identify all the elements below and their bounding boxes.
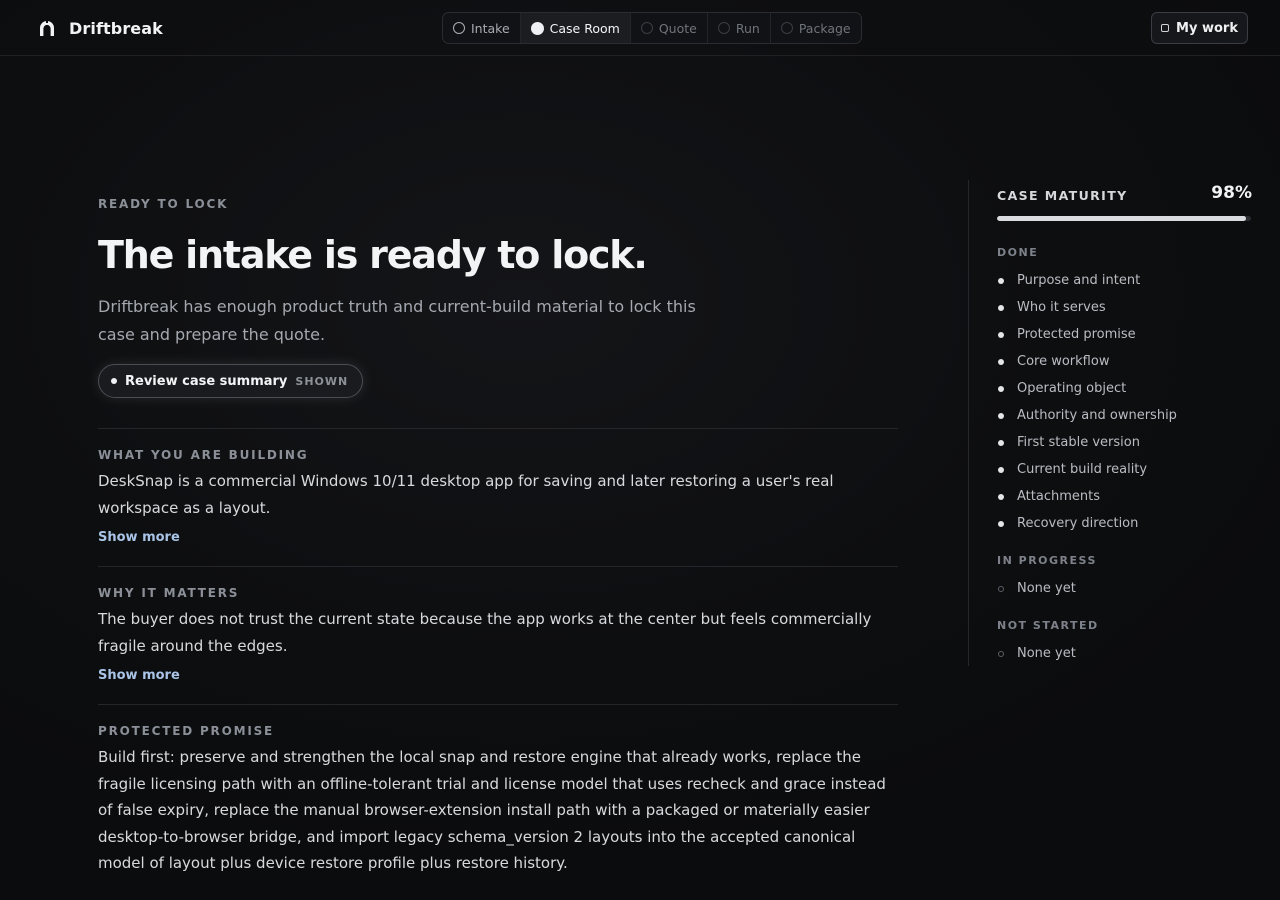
step-label: Package (798, 20, 851, 36)
maturity-title: CASE MATURITY (997, 188, 1128, 203)
step-status-icon (780, 22, 793, 34)
section-title: WHY IT MATTERS (98, 586, 240, 600)
step-status-icon (640, 22, 653, 34)
page-description: Driftbreak has enough product truth and … (98, 297, 696, 344)
list-item: None yet (997, 575, 1258, 602)
step-label: Intake (471, 20, 510, 36)
step-label: Quote (658, 20, 697, 36)
driftbreak-logo-icon (40, 19, 54, 36)
step-run[interactable]: Run (708, 13, 771, 43)
list-item: Operating object (997, 375, 1258, 402)
top-bar: Driftbreak Intake Case Room Quote Run Pa… (0, 0, 1280, 56)
dot-icon (111, 378, 117, 384)
step-case-room[interactable]: Case Room (520, 13, 631, 43)
review-label: Review case summary (125, 373, 288, 389)
in-progress-list: None yet (997, 575, 1258, 602)
review-state-badge: SHOWN (295, 374, 349, 388)
group-title-in-progress: IN PROGRESS (997, 554, 1097, 567)
list-item: First stable version (997, 429, 1258, 456)
maturity-progress-bar (997, 216, 1251, 221)
empty-dot-icon (998, 585, 1004, 592)
review-case-summary-button[interactable]: Review case summary SHOWN (98, 364, 364, 398)
maturity-progress-fill (997, 216, 1246, 221)
step-package[interactable]: Package (771, 13, 861, 43)
not-started-list: None yet (997, 640, 1258, 667)
step-status-icon (453, 22, 465, 34)
list-item: Current build reality (997, 456, 1258, 483)
filled-dot-icon (998, 304, 1004, 311)
section-body: DeskSnap is a commercial Windows 10/11 d… (98, 472, 834, 517)
app-name: Driftbreak (69, 18, 163, 38)
step-intake[interactable]: Intake (443, 13, 521, 43)
list-item: Who it serves (997, 294, 1258, 321)
list-item: Core workflow (997, 348, 1258, 375)
case-maturity-panel: CASE MATURITY 98% DONE Purpose and inten… (968, 180, 1258, 666)
empty-dot-icon (998, 650, 1004, 657)
show-more-link[interactable]: Show more (98, 668, 180, 683)
section-body: Build first: preserve and strengthen the… (98, 748, 886, 872)
maturity-header: CASE MATURITY 98% (997, 183, 1258, 214)
list-item: Purpose and intent (997, 267, 1258, 294)
group-title-done: DONE (997, 246, 1039, 259)
list-item: None yet (997, 640, 1258, 667)
section-what-you-are-building: WHAT YOU ARE BUILDING DeskSnap is a comm… (98, 428, 898, 566)
filled-dot-icon (998, 466, 1004, 473)
maturity-percent: 98% (1211, 183, 1252, 203)
step-label: Run (735, 20, 760, 36)
filled-dot-icon (998, 439, 1004, 446)
filled-dot-icon (998, 358, 1004, 365)
section-protected-promise: PROTECTED PROMISE Build first: preserve … (98, 704, 898, 877)
section-title: WHAT YOU ARE BUILDING (98, 448, 309, 462)
list-item: Attachments (997, 483, 1258, 510)
filled-dot-icon (998, 412, 1004, 419)
step-status-icon (717, 22, 730, 34)
list-item: Recovery direction (997, 510, 1258, 537)
step-label: Case Room (549, 20, 620, 36)
list-item: Protected promise (997, 321, 1258, 348)
filled-dot-icon (998, 520, 1004, 527)
my-work-button[interactable]: My work (1151, 12, 1248, 44)
section-title: PROTECTED PROMISE (98, 724, 275, 738)
square-icon (1161, 24, 1170, 32)
main-content: READY TO LOCK The intake is ready to loc… (98, 180, 898, 877)
step-quote[interactable]: Quote (631, 13, 708, 43)
workflow-steps: Intake Case Room Quote Run Package (442, 12, 862, 44)
filled-dot-icon (998, 385, 1004, 392)
filled-dot-icon (998, 331, 1004, 338)
my-work-label: My work (1176, 20, 1238, 36)
show-more-link[interactable]: Show more (98, 530, 180, 545)
list-item: Authority and ownership (997, 402, 1258, 429)
done-list: Purpose and intent Who it serves Protect… (997, 267, 1258, 537)
page-title: The intake is ready to lock. (98, 233, 648, 277)
step-status-icon (530, 21, 544, 35)
section-body: The buyer does not trust the current sta… (98, 610, 872, 655)
group-title-not-started: NOT STARTED (997, 619, 1099, 632)
section-why-it-matters: WHY IT MATTERS The buyer does not trust … (98, 566, 898, 704)
filled-dot-icon (998, 277, 1004, 284)
brand[interactable]: Driftbreak (37, 17, 163, 39)
filled-dot-icon (998, 493, 1004, 500)
status-eyebrow: READY TO LOCK (98, 197, 229, 211)
